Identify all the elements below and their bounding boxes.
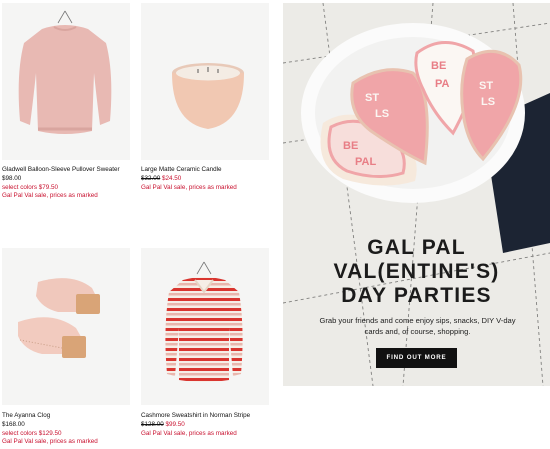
product-price-row: $128.00 $99.50 [141,421,276,430]
product-name[interactable]: The Ayanna Clog [2,412,137,421]
sale-note: Gal Pal Val sale, prices as marked [2,192,98,200]
sale-price: $99.50 [165,420,185,428]
product-info-clog: The Ayanna Clog $168.00 select colors $1… [2,412,137,447]
svg-text:BE: BE [343,140,358,152]
ceramic-candle-image [141,3,269,160]
clog-shoes-image [2,248,130,405]
product-price: $98.00 [2,174,22,182]
svg-text:ST: ST [479,80,493,92]
svg-text:LS: LS [481,96,495,108]
sale-price: $24.50 [162,174,182,182]
sale-note: Gal Pal Val sale, prices as marked [2,438,98,446]
product-info-candle: Large Matte Ceramic Candle $32.00 $24.50… [141,166,276,192]
product-info-sweatshirt: Cashmore Sweatshirt in Norman Stripe $12… [141,412,276,438]
striped-sweatshirt-image [141,248,269,405]
original-price: $32.00 [141,174,161,182]
select-colors-price: select colors $129.50 [2,429,62,437]
headline-line: GAL PAL [367,236,466,259]
select-colors-price: select colors $79.50 [2,183,59,191]
product-price-row: $32.00 $24.50 [141,175,276,184]
svg-text:BE: BE [431,60,446,72]
svg-text:PA: PA [435,78,450,90]
product-price: $168.00 [2,420,25,428]
original-price: $128.00 [141,420,164,428]
product-image-sweatshirt[interactable] [141,248,269,405]
product-info-sweater: Gladwell Balloon-Sleeve Pullover Sweater… [2,166,137,201]
svg-text:ST: ST [365,92,379,104]
product-image-sweater[interactable] [2,3,130,160]
sale-note: Gal Pal Val sale, prices as marked [141,183,237,191]
product-name[interactable]: Cashmore Sweatshirt in Norman Stripe [141,412,276,421]
pink-sweater-image [2,3,130,160]
sale-note: Gal Pal Val sale, prices as marked [141,429,237,437]
headline-line: VAL(ENTINE'S) [333,260,500,283]
promo-subtext: Grab your friends and come enjoy sips, s… [319,316,516,336]
product-image-candle[interactable] [141,3,269,160]
product-name[interactable]: Gladwell Balloon-Sleeve Pullover Sweater [2,166,137,175]
find-out-more-button[interactable]: FIND OUT MORE [376,348,457,368]
product-image-clog[interactable] [2,248,130,405]
promo-headline: GAL PAL VAL(ENTINE'S) DAY PARTIES [283,236,550,308]
svg-text:PAL: PAL [355,156,376,168]
svg-text:LS: LS [375,108,389,120]
headline-line: DAY PARTIES [341,284,492,307]
product-name[interactable]: Large Matte Ceramic Candle [141,166,276,175]
promo-banner[interactable]: ST LS ST LS BE PA BE PAL GAL PAL VAL(ENT… [283,3,550,386]
